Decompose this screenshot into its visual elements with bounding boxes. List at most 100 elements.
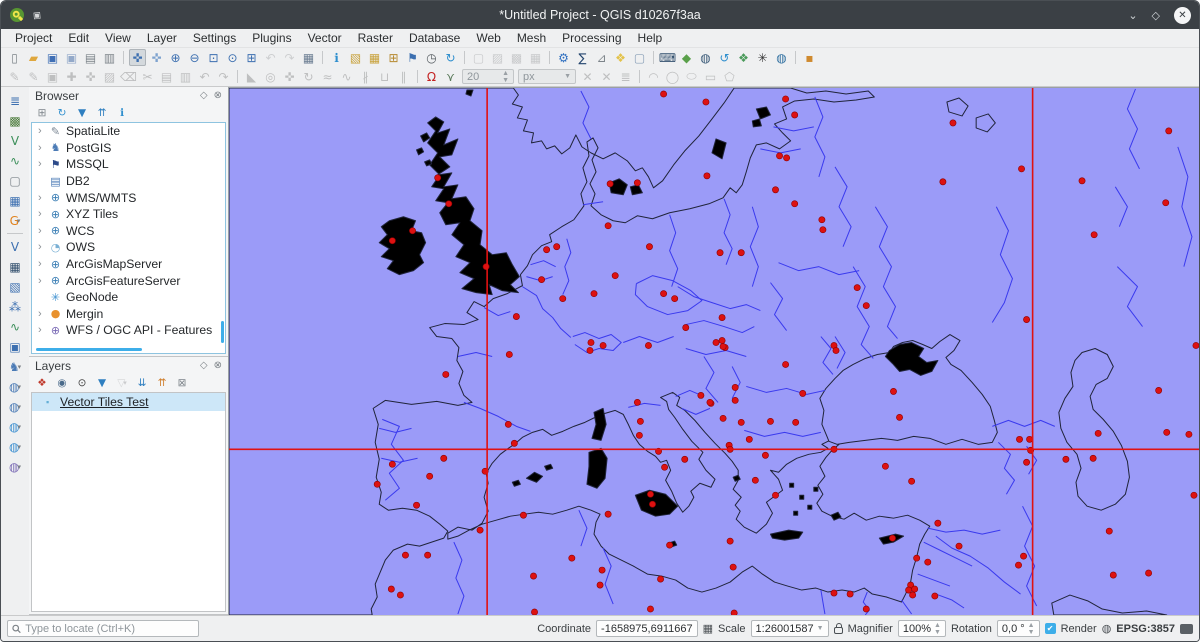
filter-legend-icon[interactable]: ▼ [94,376,110,391]
browser-item-arcgis-map[interactable]: ›⊕ArcGisMapServer [32,256,225,273]
expand-icon[interactable]: › [38,275,48,287]
enable-tracing-icon[interactable]: ⋎ [442,68,459,85]
add-virtual-layer-icon[interactable]: ▣ [5,337,25,356]
browser-item-spatialite[interactable]: ›✎SpatiaLite [32,123,225,140]
expand-icon[interactable]: › [38,308,48,320]
browser-item-geonode[interactable]: ✳GeoNode [32,289,225,306]
save-project-icon[interactable]: ▣ [44,49,61,66]
expand-icon[interactable]: › [38,158,48,170]
add-delimited-text-icon[interactable]: ⁂ [5,297,25,316]
zoom-out-icon[interactable]: ⊖ [186,49,203,66]
menu-project[interactable]: Project [7,31,60,45]
minimize-button[interactable]: ⌄ [1128,9,1137,22]
temporal-controller-icon[interactable]: ◷ [423,49,440,66]
osgeo-browser-icon[interactable]: ◍ [697,49,714,66]
add-mesh-layer-2-icon[interactable]: ▧ [5,277,25,296]
show-layout-manager-icon[interactable]: ▥ [101,49,118,66]
locator-input[interactable] [25,623,194,635]
locator-search[interactable] [7,620,199,637]
add-postgis-layer-icon[interactable]: ♞▾ [5,357,25,376]
expand-icon[interactable]: › [38,125,48,137]
lock-scale-icon[interactable] [834,627,843,634]
enable-snapping-icon[interactable]: Ω [423,68,440,85]
annotations-icon[interactable]: ▢ [631,49,648,66]
expand-icon[interactable]: › [38,208,48,220]
menu-database[interactable]: Database [401,31,468,45]
new-project-icon[interactable]: ▯ [6,49,23,66]
close-button[interactable]: ✕ [1174,7,1191,24]
statistics-summary-icon[interactable]: ∑ [574,49,591,66]
new-print-layout-icon[interactable]: ▤ [82,49,99,66]
browser-vscrollbar[interactable] [221,321,224,343]
add-spatialite-layer-icon[interactable]: ◍▾ [5,377,25,396]
collapse-all-layers-icon[interactable]: ⇈ [154,376,170,391]
measure-line-icon[interactable]: ⊿ [593,49,610,66]
snap-units-select[interactable]: px▼ [518,69,576,84]
menu-raster[interactable]: Raster [350,31,401,45]
expand-all-icon[interactable]: ⇊ [134,376,150,391]
extents-icon[interactable]: ▦ [703,622,713,635]
new-temp-scratch-layer-icon[interactable]: ▢ [5,171,25,190]
messages-icon[interactable] [1180,624,1193,634]
processing-toolbox-icon[interactable]: ⚙ [555,49,572,66]
menu-vector[interactable]: Vector [300,31,350,45]
menu-layer[interactable]: Layer [139,31,185,45]
add-raster-layer-icon[interactable]: ▦ [5,257,25,276]
add-gps-layer-icon[interactable]: ∿ [5,317,25,336]
new-gpx-icon[interactable]: ∿ [5,151,25,170]
zoom-full-icon[interactable]: ⊡ [205,49,222,66]
browser-item-db2[interactable]: ▤DB2 [32,173,225,190]
new-geopackage-db-icon[interactable]: G▾ [5,211,25,230]
pan-to-selection-icon[interactable]: ✜ [148,49,165,66]
expand-icon[interactable]: › [38,258,48,270]
new-map-view-icon[interactable]: ▦ [300,49,317,66]
processing-history-icon[interactable]: ↺ [716,49,733,66]
open-layer-styling-icon[interactable]: ❖ [34,376,50,391]
new-mesh-layer-icon[interactable]: ▦ [5,191,25,210]
zoom-to-selection-icon[interactable]: ⊙ [224,49,241,66]
vector-tile-misc-icon[interactable]: ▪ [801,49,818,66]
close-panel-icon[interactable]: ⊗ [214,360,222,371]
browser-item-ows[interactable]: ›◔OWS [32,239,225,256]
browser-item-mssql[interactable]: ›⚑MSSQL [32,156,225,173]
expand-icon[interactable]: › [38,225,48,237]
show-all-layers-icon[interactable]: ⊙ [74,376,90,391]
map-tips-icon[interactable]: ❖ [612,49,629,66]
open-attribute-table-icon[interactable]: ▦ [366,49,383,66]
help-contents-icon[interactable]: ◍ [773,49,790,66]
add-wms-layer-icon[interactable]: ◍▾ [5,417,25,436]
pan-map-icon[interactable]: ✜ [129,49,146,66]
menu-settings[interactable]: Settings [185,31,244,45]
new-shapefile-icon[interactable]: V [5,131,25,150]
identify-features-icon[interactable]: ℹ [328,49,345,66]
magnifier-spinner[interactable]: 100%▲▼ [898,620,946,637]
browser-item-wms[interactable]: ›⊕WMS/WMTS [32,189,225,206]
add-selected-layers-icon[interactable]: ⊞ [34,106,50,121]
filter-browser-icon[interactable]: ▼ [74,106,90,121]
menu-web[interactable]: Web [468,31,508,45]
render-checkbox[interactable]: ✔ [1045,623,1056,634]
manage-map-themes-icon[interactable]: ◉ [54,376,70,391]
menu-view[interactable]: View [97,31,139,45]
browser-properties-icon[interactable]: ℹ [114,106,130,121]
float-panel-icon[interactable]: ◇ [200,360,208,371]
browser-item-wcs[interactable]: ›⊕WCS [32,223,225,240]
add-vector-layer-icon[interactable]: V [5,237,25,256]
browser-item-postgis[interactable]: ›♞PostGIS [32,140,225,157]
collapse-all-icon[interactable]: ⇈ [94,106,110,121]
crs-globe-icon[interactable]: ◍ [1102,622,1112,635]
pin-icon[interactable]: ◈ [30,7,46,24]
browser-item-mergin[interactable]: ›●Mergin [32,306,225,323]
expand-icon[interactable]: › [38,324,48,336]
menu-edit[interactable]: Edit [60,31,97,45]
close-panel-icon[interactable]: ⊗ [214,90,222,101]
browser-item-wfs[interactable]: ›⊕WFS / OGC API - Features [32,322,225,339]
zoom-in-icon[interactable]: ⊕ [167,49,184,66]
menu-processing[interactable]: Processing [554,31,629,45]
remove-layer-icon[interactable]: ⊠ [174,376,190,391]
new-bookmark-icon[interactable]: ⚑ [404,49,421,66]
zoom-to-layer-icon[interactable]: ⊞ [243,49,260,66]
add-wcs-layer-icon[interactable]: ◍▾ [5,437,25,456]
open-project-icon[interactable]: ▰ [25,49,42,66]
model-designer-icon[interactable]: ❖ [735,49,752,66]
